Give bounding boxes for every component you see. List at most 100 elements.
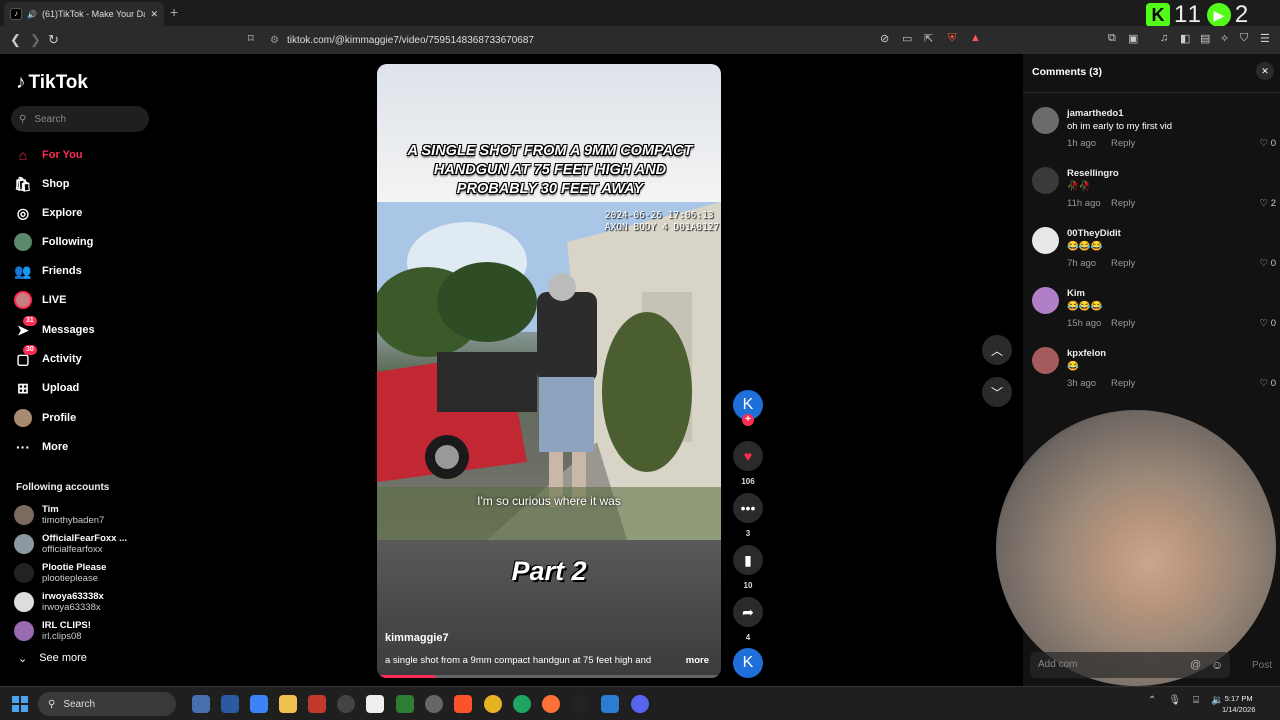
share-page-icon[interactable]: ⇱: [924, 32, 933, 45]
reply-button[interactable]: Reply: [1111, 378, 1135, 389]
comment-user[interactable]: 00TheyDidit: [1067, 228, 1121, 239]
comment-like-button[interactable]: ♡ 0: [1260, 318, 1276, 329]
sidebar-item-activity[interactable]: ▢ 30 Activity: [14, 345, 82, 370]
avatar[interactable]: [1032, 227, 1059, 254]
sidebar-item-profile[interactable]: Profile: [14, 407, 76, 429]
comment-button[interactable]: ••• 3: [733, 493, 763, 538]
account-item[interactable]: IRL CLIPS! irl.clips08: [14, 617, 91, 645]
mention-icon[interactable]: @: [1190, 659, 1201, 671]
windows-start-icon[interactable]: [12, 696, 28, 712]
vscode-icon[interactable]: [601, 695, 619, 713]
vpn-icon[interactable]: ⛉: [1240, 32, 1248, 45]
like-button[interactable]: ♥ 106: [733, 441, 763, 486]
browser-tab[interactable]: ♪ 🔊 (61)TikTok - Make Your Day ✕: [4, 2, 164, 26]
comment-user[interactable]: kpxfelon: [1067, 348, 1106, 359]
sidebar-item-upload[interactable]: ⊞ Upload: [14, 377, 79, 399]
post-button[interactable]: Post: [1252, 660, 1272, 671]
microphone-icon[interactable]: 🎙: [1168, 695, 1181, 706]
comment-like-button[interactable]: ♡ 0: [1260, 378, 1276, 389]
account-item[interactable]: Tim timothybaden7: [14, 501, 104, 529]
avatar[interactable]: [1032, 347, 1059, 374]
ai-icon[interactable]: ✧: [1220, 32, 1229, 45]
emoji-icon[interactable]: ☺: [1211, 658, 1223, 672]
see-more-button[interactable]: ⌄ See more: [18, 652, 87, 665]
discord-icon[interactable]: [631, 695, 649, 713]
url-field[interactable]: ⚙ tiktok.com/@kimmaggie7/video/759514836…: [270, 30, 970, 50]
network-icon[interactable]: ⌸: [1193, 695, 1199, 706]
sidebar-item-more[interactable]: ··· More: [14, 436, 68, 458]
save-button[interactable]: ▮ 10: [733, 545, 763, 590]
author-avatar-button[interactable]: K +: [733, 390, 763, 426]
chrome-icon[interactable]: [484, 695, 502, 713]
forward-icon[interactable]: ❯: [30, 32, 41, 48]
brave-rewards-icon[interactable]: ▲: [970, 32, 981, 44]
tiktok-logo[interactable]: ♪ TikTok: [16, 72, 88, 94]
video-player[interactable]: A single shot from a 9mm compact handgun…: [377, 64, 721, 678]
music-avatar-button[interactable]: K: [733, 648, 763, 678]
reply-button[interactable]: Reply: [1111, 258, 1135, 269]
search-input[interactable]: ⚲ Search: [11, 106, 149, 132]
bookmark-icon[interactable]: ⌑: [248, 32, 254, 45]
new-tab-button[interactable]: +: [170, 4, 178, 20]
next-video-button[interactable]: ﹀: [982, 377, 1012, 407]
app-icon[interactable]: [396, 695, 414, 713]
follow-plus-icon[interactable]: +: [742, 414, 754, 426]
mute-site-icon[interactable]: ⊘: [880, 32, 889, 45]
avatar[interactable]: [1032, 287, 1059, 314]
description-more-button[interactable]: more: [686, 655, 709, 666]
reply-button[interactable]: Reply: [1111, 318, 1135, 329]
video-progress-bar[interactable]: [377, 675, 721, 678]
app-icon[interactable]: [308, 695, 326, 713]
sidebar-item-for-you[interactable]: ⌂ For You: [14, 144, 83, 166]
sidebar-item-live[interactable]: LIVE: [14, 289, 66, 311]
account-item[interactable]: OfficialFearFoxx ... officialfearfoxx: [14, 530, 127, 558]
back-icon[interactable]: ❮: [10, 32, 21, 48]
app-icon[interactable]: [337, 695, 355, 713]
sidebar-item-shop[interactable]: 🛍 Shop: [14, 173, 69, 195]
sidebar-item-messages[interactable]: ➤ 31 Messages: [14, 316, 95, 341]
avatar[interactable]: [1032, 107, 1059, 134]
comment-user[interactable]: Resellingro: [1067, 168, 1119, 179]
app-icon[interactable]: [250, 695, 268, 713]
comment-user[interactable]: jamarthedo1: [1067, 108, 1124, 119]
reload-icon[interactable]: ↻: [48, 32, 59, 48]
comment-like-button[interactable]: ♡ 0: [1260, 138, 1276, 149]
firefox-icon[interactable]: [542, 695, 560, 713]
app-icon[interactable]: [571, 695, 589, 713]
avatar[interactable]: [1032, 167, 1059, 194]
app-icon[interactable]: [425, 695, 443, 713]
edge-icon[interactable]: [513, 695, 531, 713]
app-icon[interactable]: [366, 695, 384, 713]
sidebar-item-following[interactable]: Following: [14, 231, 93, 253]
menu-icon[interactable]: ☰: [1260, 32, 1270, 45]
close-tab-icon[interactable]: ✕: [150, 9, 158, 20]
wallet-icon[interactable]: ▤: [1200, 32, 1210, 45]
extensions-icon[interactable]: ⧉: [1108, 32, 1116, 45]
brave-icon[interactable]: [454, 695, 472, 713]
close-icon[interactable]: ✕: [1256, 62, 1274, 80]
chevron-up-icon[interactable]: ⌃: [1148, 695, 1156, 706]
account-item[interactable]: Plootie Please plootieplease: [14, 559, 106, 587]
reply-button[interactable]: Reply: [1111, 138, 1135, 149]
comment-like-button[interactable]: ♡ 2: [1260, 198, 1276, 209]
share-button[interactable]: ➦ 4: [733, 597, 763, 642]
comment-like-button[interactable]: ♡ 0: [1260, 258, 1276, 269]
app-icon[interactable]: [221, 695, 239, 713]
app-icon[interactable]: [192, 695, 210, 713]
clock[interactable]: 5:17 PM 1/14/2026: [1222, 693, 1255, 715]
sidebar-toggle-icon[interactable]: ◧: [1180, 32, 1190, 45]
cast-icon[interactable]: ▭: [902, 32, 912, 45]
taskbar-search[interactable]: ⚲ Search: [38, 692, 176, 716]
site-info-icon[interactable]: ⚙: [270, 35, 279, 46]
reply-button[interactable]: Reply: [1111, 198, 1135, 209]
media-icon[interactable]: ♫: [1160, 32, 1168, 44]
screenshot-icon[interactable]: ▣: [1128, 32, 1138, 45]
brave-shield-icon[interactable]: ⛨: [948, 32, 956, 45]
comment-user[interactable]: Kim: [1067, 288, 1085, 299]
sidebar-item-explore[interactable]: ◎ Explore: [14, 202, 82, 224]
video-author[interactable]: kimmaggie7: [385, 632, 449, 644]
folder-icon[interactable]: [279, 695, 297, 713]
sidebar-item-friends[interactable]: 👥 Friends: [14, 260, 81, 282]
previous-video-button[interactable]: ︿: [982, 335, 1012, 365]
account-item[interactable]: irwoya63338x irwoya63338x: [14, 588, 104, 616]
